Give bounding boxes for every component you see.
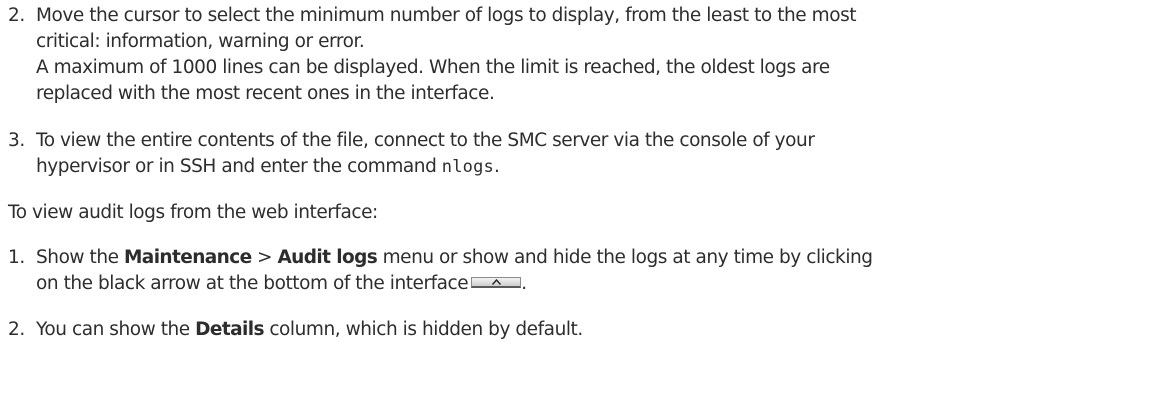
audit-step-1-line-2: on the black arrow at the bottom of the …	[36, 273, 469, 294]
step-3-text-2-suffix: .	[493, 156, 500, 177]
step-2-text-4: replaced with the most recent ones in th…	[36, 83, 495, 104]
show-logs-arrow-button	[471, 277, 522, 288]
step-3-text-2: hypervisor or in SSH and enter the comma…	[36, 154, 500, 180]
step-2-text-1: Move the cursor to select the minimum nu…	[36, 5, 857, 26]
details-column-label: Details	[195, 319, 264, 340]
caret-up-icon	[492, 279, 502, 285]
nlogs-command: nlogs	[441, 157, 494, 177]
audit-step-2-suffix: column, which is hidden by default.	[263, 319, 583, 340]
audit-step-1-number: 1.	[8, 247, 25, 268]
audit-step-2-number: 2.	[8, 319, 25, 340]
audit-step-1-show: Show the	[36, 247, 124, 268]
menu-audit-logs: Audit logs	[277, 247, 378, 268]
document-page: 2. Move the cursor to select the minimum…	[0, 0, 1154, 394]
step-3-number: 3.	[8, 130, 25, 151]
step-2-text-3: A maximum of 1000 lines can be displayed…	[36, 57, 830, 78]
menu-separator: >	[251, 247, 278, 268]
audit-step-1-rest: menu or show and hide the logs at any ti…	[377, 247, 873, 268]
menu-maintenance: Maintenance	[124, 247, 252, 268]
audit-step-1-text-2: on the black arrow at the bottom of the …	[36, 271, 527, 296]
audit-intro: To view audit logs from the web interfac…	[8, 202, 378, 223]
audit-step-1-line-2-end: .	[521, 273, 527, 294]
audit-step-2-text: You can show the Details column, which i…	[36, 317, 583, 342]
step-3-text-1: To view the entire contents of the file,…	[36, 130, 815, 151]
audit-step-2-prefix: You can show the	[36, 319, 196, 340]
step-3-text-2-prefix: hypervisor or in SSH and enter the comma…	[36, 156, 442, 177]
step-2-text-2: critical: information, warning or error.	[36, 31, 365, 52]
audit-step-1-text-1: Show the Maintenance > Audit logs menu o…	[36, 245, 873, 270]
step-2-number: 2.	[8, 5, 25, 26]
